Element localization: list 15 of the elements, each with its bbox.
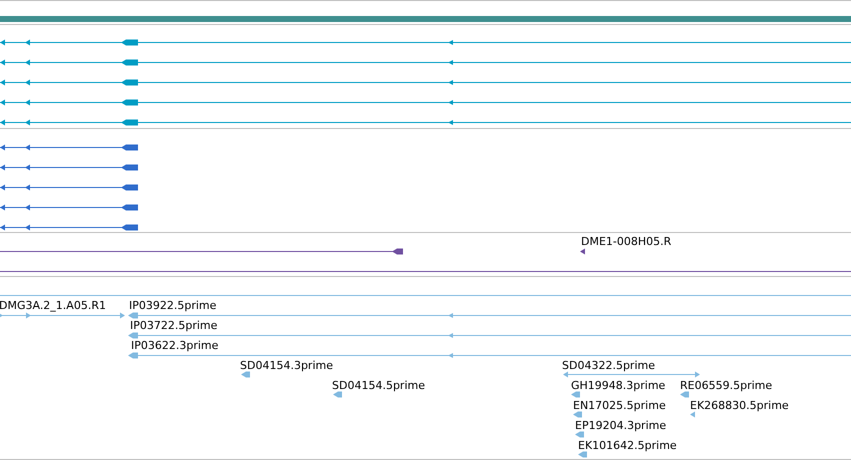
feature-label: EK101642.5prime — [578, 439, 677, 452]
feature-label: IP03722.5prime — [130, 319, 218, 332]
feature-label: EP19204.3prime — [575, 419, 666, 432]
feature-label: RE06559.5prime — [680, 379, 772, 392]
feature-label: IP03922.5prime — [129, 299, 216, 312]
feature-label: DMG3A.2_1.A05.R1 — [0, 299, 106, 312]
feature-label: SD04154.5prime — [332, 379, 425, 392]
feature-label: SD04154.3prime — [240, 359, 333, 372]
feature-label: DME1-008H05.R — [581, 235, 672, 248]
feature-label: EN17025.5prime — [573, 399, 666, 412]
feature-label: EK268830.5prime — [690, 399, 789, 412]
feature-label: IP03622.3prime — [131, 339, 218, 352]
feature-label: GH19948.3prime — [571, 379, 666, 392]
feature-arrow — [580, 248, 585, 254]
feature-label: SD04322.5prime — [562, 359, 655, 372]
